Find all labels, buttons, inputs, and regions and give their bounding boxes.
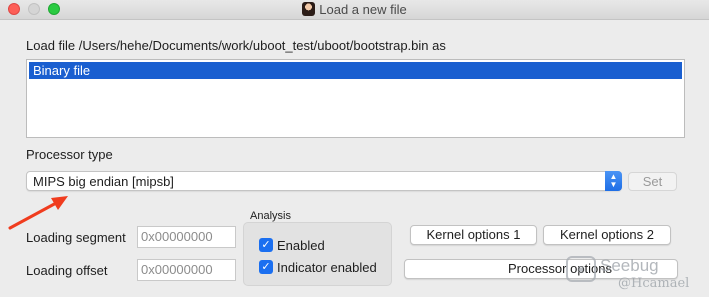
loading-segment-label: Loading segment <box>26 230 126 245</box>
enabled-label: Enabled <box>277 238 325 253</box>
kernel-options-2-button[interactable]: Kernel options 2 <box>543 225 671 245</box>
indicator-enabled-label: Indicator enabled <box>277 260 377 275</box>
kernel-options-1-button[interactable]: Kernel options 1 <box>410 225 537 245</box>
enabled-checkbox[interactable]: ✓ <box>259 238 273 252</box>
loading-segment-field[interactable]: 0x00000000 <box>137 226 236 248</box>
watermark-user: @Hcamael <box>618 276 690 291</box>
indicator-enabled-checkbox[interactable]: ✓ <box>259 260 273 274</box>
watermark-brand: Seebug <box>600 256 659 275</box>
seebug-logo-icon: ◉ <box>566 256 596 282</box>
loading-offset-field[interactable]: 0x00000000 <box>137 259 236 281</box>
analysis-group: ✓ Enabled ✓ Indicator enabled <box>243 222 392 286</box>
watermark: ◉ Seebug @Hcamael <box>566 254 706 294</box>
loading-offset-label: Loading offset <box>26 263 108 278</box>
analysis-group-label: Analysis <box>250 210 291 222</box>
